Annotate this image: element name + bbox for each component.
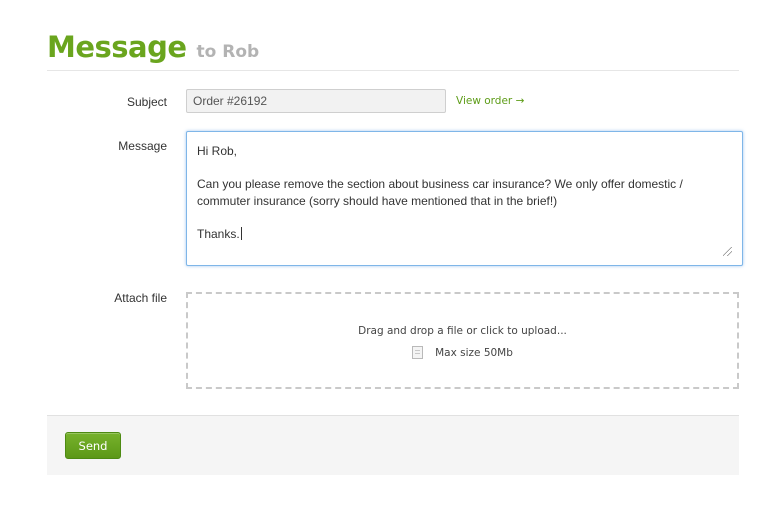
subject-field[interactable]: [186, 89, 446, 113]
file-icon: [412, 346, 424, 359]
max-size-text: Max size 50Mb: [435, 346, 513, 359]
message-label: Message: [118, 139, 167, 153]
page-title: Message: [47, 30, 187, 64]
page-subtitle: to Rob: [196, 42, 260, 62]
dropzone-instructions: Drag and drop a file or click to upload.…: [358, 325, 567, 337]
send-button[interactable]: Send: [65, 432, 121, 459]
page-header: Message to Rob: [47, 30, 259, 64]
title-divider: [47, 70, 739, 71]
resize-grip-icon[interactable]: [723, 247, 732, 256]
message-line-last: Thanks.: [197, 226, 732, 243]
dropzone-limit: Max size 50Mb: [188, 346, 737, 359]
subject-label: Subject: [126, 95, 167, 109]
attach-label: Attach file: [114, 291, 167, 305]
text-caret: [240, 227, 242, 240]
message-line: Thanks.: [197, 227, 240, 241]
file-dropzone[interactable]: Drag and drop a file or click to upload.…: [186, 292, 739, 389]
form-footer: Send: [47, 416, 739, 475]
message-textarea[interactable]: Hi Rob, Can you please remove the sectio…: [186, 131, 743, 266]
message-line: Can you please remove the section about …: [197, 177, 683, 208]
view-order-link[interactable]: View order →: [456, 95, 524, 107]
message-line: Hi Rob,: [197, 144, 238, 158]
